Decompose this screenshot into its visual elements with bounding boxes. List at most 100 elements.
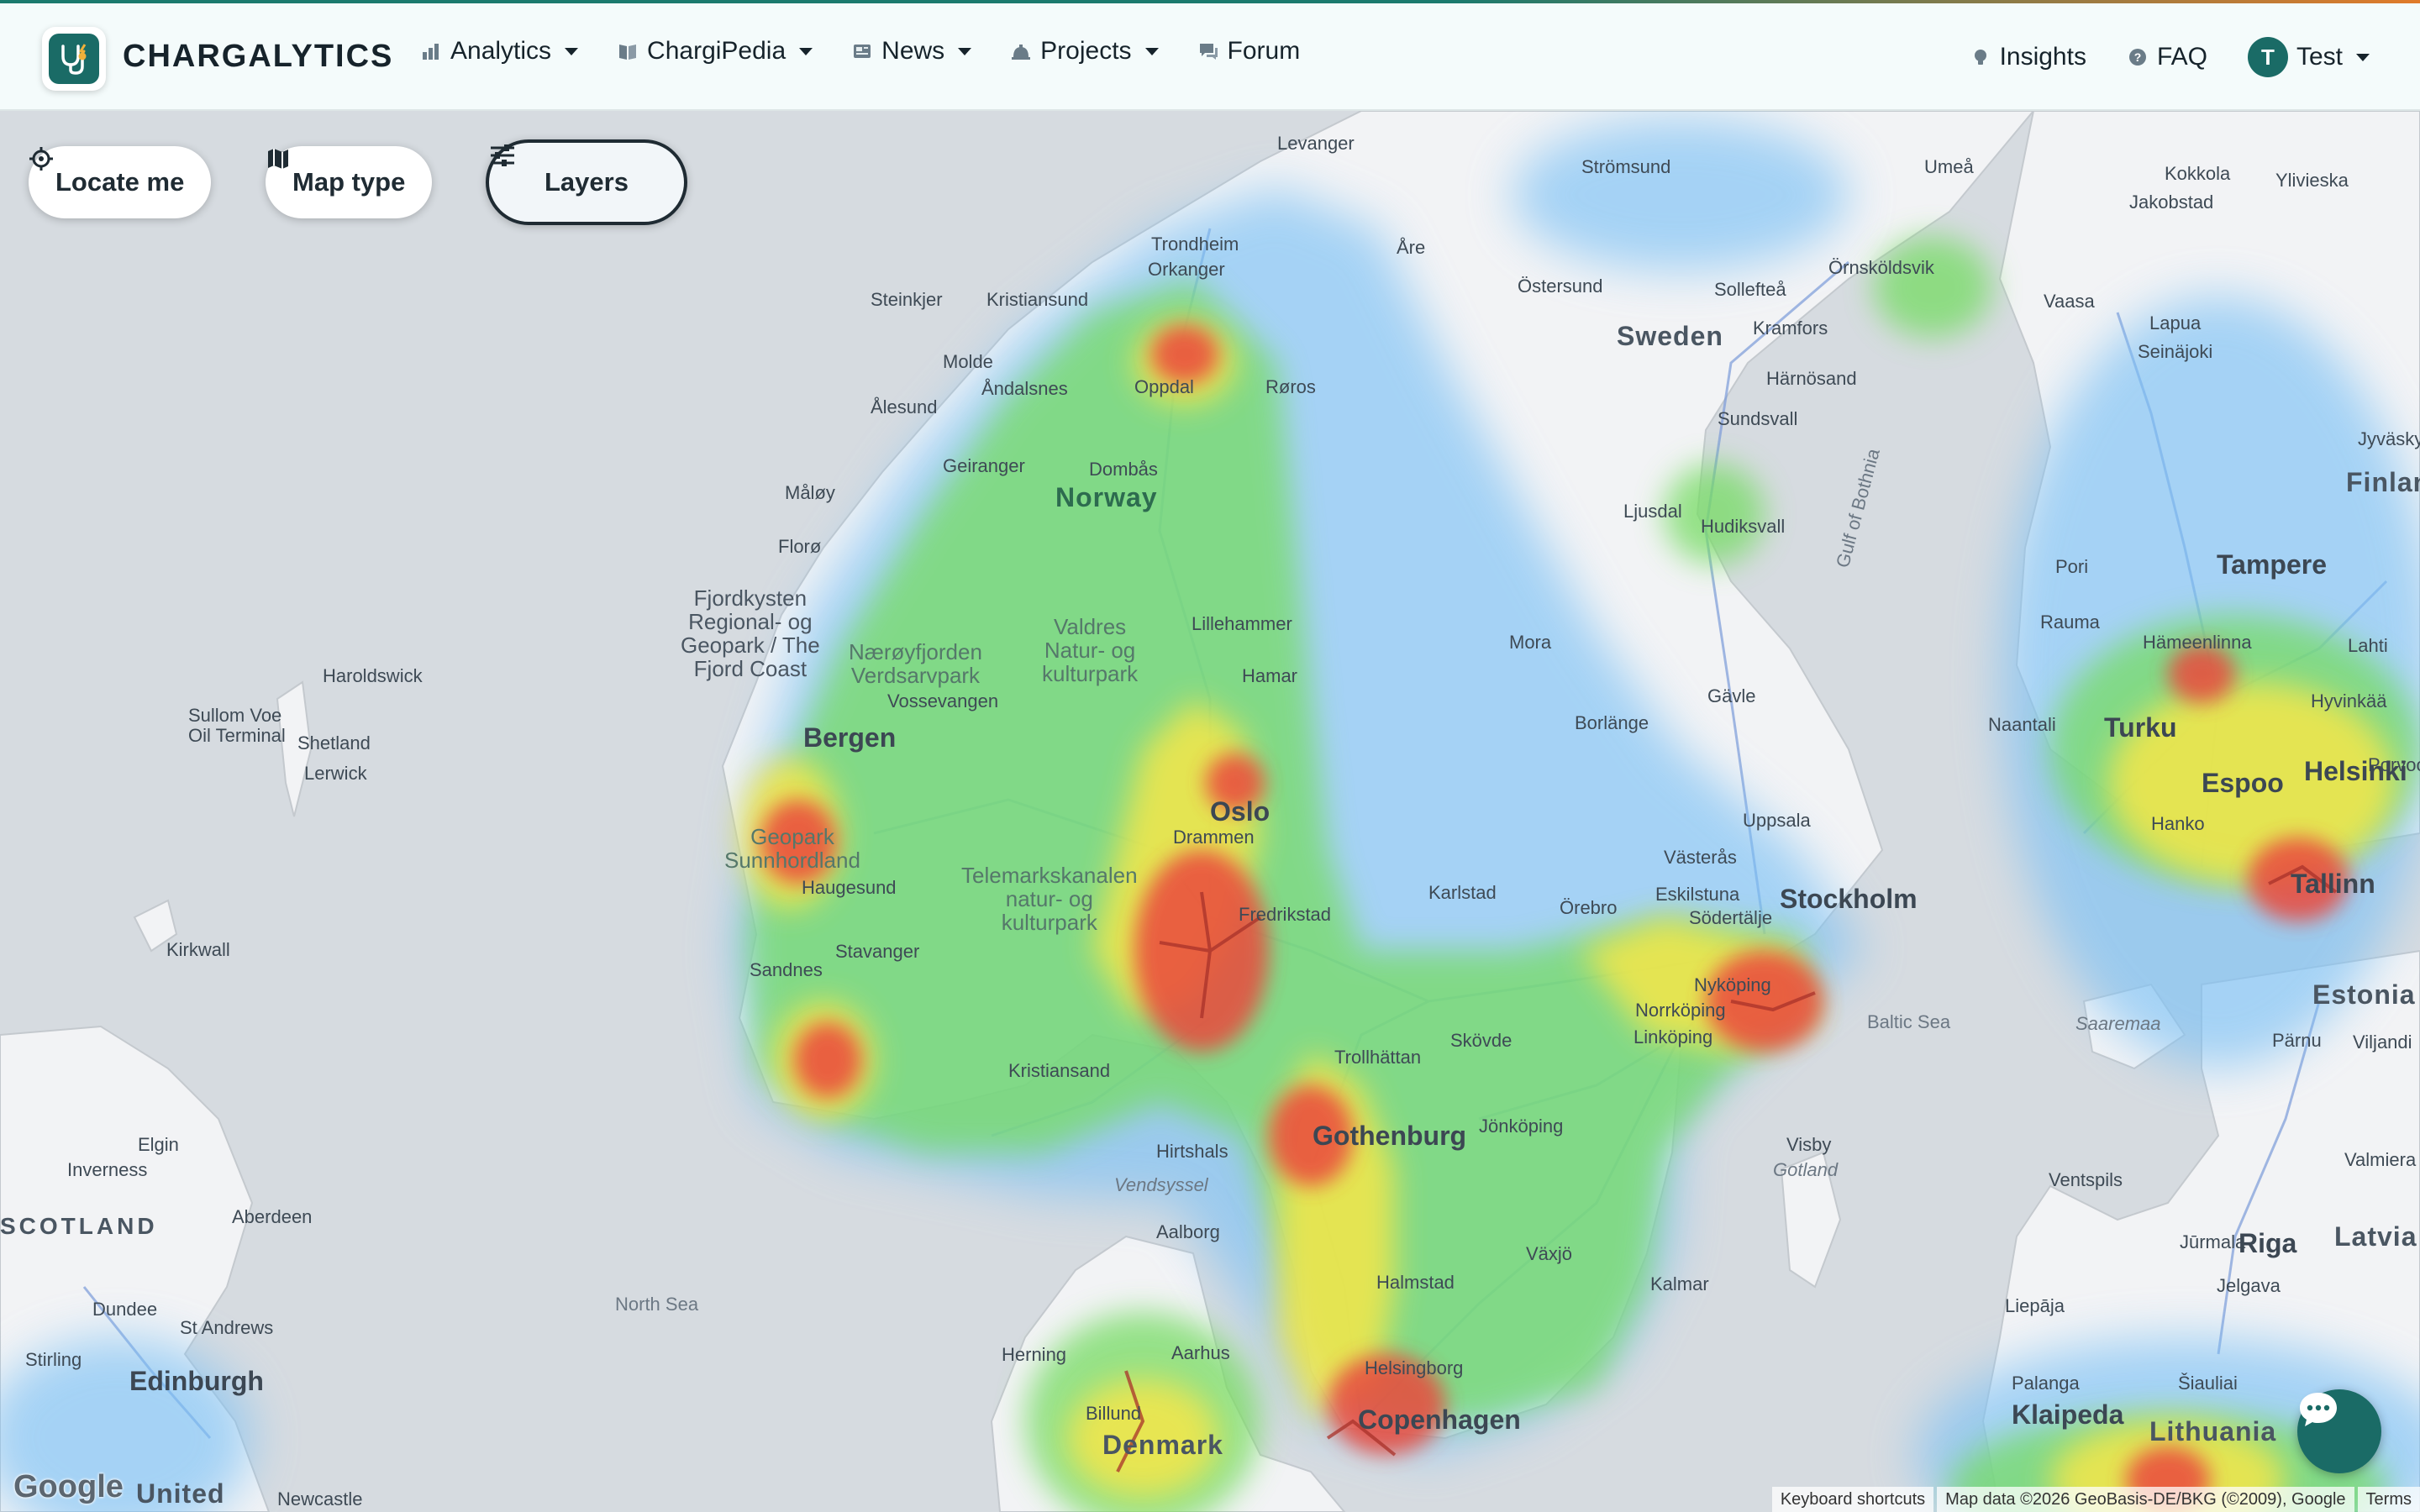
map-canvas[interactable]: Sweden Norway Finlan Estonia Latvia Lith… bbox=[0, 111, 2420, 1512]
city-maloy: Måløy bbox=[785, 482, 835, 503]
label-valdres: Valdres Natur- og kulturpark bbox=[1042, 614, 1139, 686]
city-borlange: Borlänge bbox=[1575, 712, 1649, 733]
city-aberdeen: Aberdeen bbox=[232, 1206, 313, 1227]
nav-analytics-label: Analytics bbox=[450, 37, 552, 65]
city-lerwick: Lerwick bbox=[304, 763, 367, 784]
label-naeroy: Nærøyfjorden Verdsarvpark bbox=[849, 639, 982, 688]
city-hamar: Hamar bbox=[1242, 665, 1298, 686]
city-billund: Billund bbox=[1086, 1403, 1142, 1424]
city-trondheim: Trondheim bbox=[1151, 234, 1239, 255]
chevron-down-icon bbox=[565, 47, 579, 55]
map-type-label: Map type bbox=[292, 167, 406, 197]
city-palanga: Palanga bbox=[2012, 1373, 2080, 1394]
city-copenhagen: Copenhagen bbox=[1358, 1404, 1521, 1435]
city-aarhus: Aarhus bbox=[1171, 1342, 1230, 1363]
brand-name[interactable]: CHARGALYTICS bbox=[123, 39, 393, 75]
city-andalsnes: Åndalsnes bbox=[981, 378, 1068, 399]
city-ventspils: Ventspils bbox=[2049, 1169, 2123, 1190]
nav-news[interactable]: News bbox=[851, 37, 972, 66]
city-are: Åre bbox=[1397, 237, 1426, 258]
map-type-button[interactable]: Map type bbox=[266, 146, 433, 218]
city-edinburgh: Edinburgh bbox=[129, 1366, 264, 1396]
city-mora: Mora bbox=[1509, 632, 1552, 653]
layers-button[interactable]: Layers bbox=[486, 139, 687, 225]
google-logo: Google bbox=[13, 1469, 124, 1504]
city-vaxjo: Växjö bbox=[1526, 1243, 1573, 1264]
city-steinkjer: Steinkjer bbox=[871, 289, 943, 310]
label-sunnhordland: Geopark Sunnhordland bbox=[724, 824, 860, 873]
city-norrkoping: Norrköping bbox=[1635, 1000, 1726, 1021]
city-haugesund: Haugesund bbox=[802, 877, 897, 898]
city-umea: Umeå bbox=[1924, 156, 1974, 177]
nav-insights-label: Insights bbox=[1999, 43, 2086, 71]
user-nav: Insights ? FAQ T Test bbox=[1970, 37, 2370, 77]
chevron-down-icon bbox=[1144, 47, 1159, 55]
city-uppsala: Uppsala bbox=[1743, 810, 1811, 831]
user-name: Test bbox=[2296, 43, 2343, 71]
label-north-sea: North Sea bbox=[615, 1294, 699, 1315]
city-liepaja: Liepāja bbox=[2005, 1295, 2065, 1316]
city-visby: Visby bbox=[1786, 1134, 1832, 1155]
question-icon: ? bbox=[2128, 49, 2146, 66]
logo[interactable] bbox=[42, 27, 106, 91]
city-jonkoping: Jönköping bbox=[1479, 1116, 1564, 1137]
nav-chargipedia-label: ChargiPedia bbox=[647, 37, 786, 65]
city-kristiansand: Kristiansand bbox=[1008, 1060, 1111, 1081]
label-uk: United bbox=[136, 1478, 225, 1509]
city-orkanger: Orkanger bbox=[1148, 259, 1225, 280]
nav-projects-label: Projects bbox=[1040, 37, 1132, 65]
label-norway: Norway bbox=[1055, 482, 1158, 512]
city-vaasa: Vaasa bbox=[2044, 291, 2095, 312]
city-ylivieska: Ylivieska bbox=[2275, 170, 2349, 191]
city-karlstad: Karlstad bbox=[1428, 882, 1497, 903]
city-klaipeda: Klaipeda bbox=[2012, 1399, 2124, 1430]
city-orebro: Örebro bbox=[1560, 897, 1618, 918]
chevron-down-icon bbox=[958, 47, 972, 55]
city-inverness: Inverness bbox=[67, 1159, 148, 1180]
city-naantali: Naantali bbox=[1988, 714, 2056, 735]
map-icon bbox=[268, 149, 288, 169]
avatar: T bbox=[2247, 37, 2288, 77]
chat-button[interactable] bbox=[2297, 1389, 2381, 1473]
svg-text:?: ? bbox=[2134, 50, 2142, 64]
city-harnosand: Härnösand bbox=[1766, 368, 1857, 389]
city-oslo: Oslo bbox=[1210, 796, 1270, 827]
city-tampere: Tampere bbox=[2217, 549, 2328, 580]
terms-link[interactable]: Terms bbox=[2357, 1487, 2420, 1512]
city-kristiansund: Kristiansund bbox=[986, 289, 1089, 310]
city-kalmar: Kalmar bbox=[1650, 1273, 1709, 1294]
label-baltic-sea: Baltic Sea bbox=[1867, 1011, 1951, 1032]
city-sullom-voe: Sullom Voe Oil Terminal bbox=[188, 705, 286, 746]
user-menu[interactable]: T Test bbox=[2247, 37, 2370, 77]
keyboard-shortcuts-link[interactable]: Keyboard shortcuts bbox=[1771, 1487, 1934, 1512]
city-kokkola: Kokkola bbox=[2165, 163, 2231, 184]
city-stromsund: Strömsund bbox=[1581, 156, 1671, 177]
city-porvoo: Porvoo bbox=[2368, 754, 2420, 775]
city-fredrikstad: Fredrikstad bbox=[1239, 904, 1332, 925]
label-denmark: Denmark bbox=[1102, 1430, 1223, 1460]
city-bergen: Bergen bbox=[803, 722, 897, 753]
city-sodertalje: Södertälje bbox=[1689, 907, 1773, 928]
book-icon bbox=[619, 45, 637, 60]
city-jelgava: Jelgava bbox=[2217, 1275, 2281, 1296]
city-parnu: Pärnu bbox=[2272, 1030, 2322, 1051]
city-jurmala: Jūrmala bbox=[2180, 1231, 2246, 1252]
city-tallinn: Tallinn bbox=[2291, 869, 2375, 899]
nav-projects[interactable]: Projects bbox=[1010, 37, 1159, 66]
city-hudiksvall: Hudiksvall bbox=[1701, 516, 1786, 537]
city-stirling: Stirling bbox=[25, 1349, 82, 1370]
nav-insights[interactable]: Insights bbox=[1970, 43, 2086, 71]
city-newcastle: Newcastle bbox=[277, 1488, 363, 1509]
label-lithuania: Lithuania bbox=[2149, 1416, 2277, 1446]
city-seinajoki: Seinäjoki bbox=[2138, 341, 2213, 362]
locate-me-button[interactable]: Locate me bbox=[29, 146, 212, 218]
nav-forum[interactable]: Forum bbox=[1197, 37, 1300, 66]
city-shetland: Shetland bbox=[297, 732, 371, 753]
label-estonia: Estonia bbox=[2312, 979, 2416, 1010]
city-nykoping: Nyköping bbox=[1694, 974, 1771, 995]
nav-faq[interactable]: ? FAQ bbox=[2127, 43, 2207, 71]
city-ostersund: Östersund bbox=[1518, 276, 1603, 297]
nav-chargipedia[interactable]: ChargiPedia bbox=[617, 37, 813, 66]
layers-label: Layers bbox=[544, 167, 629, 197]
nav-analytics[interactable]: Analytics bbox=[420, 37, 579, 66]
